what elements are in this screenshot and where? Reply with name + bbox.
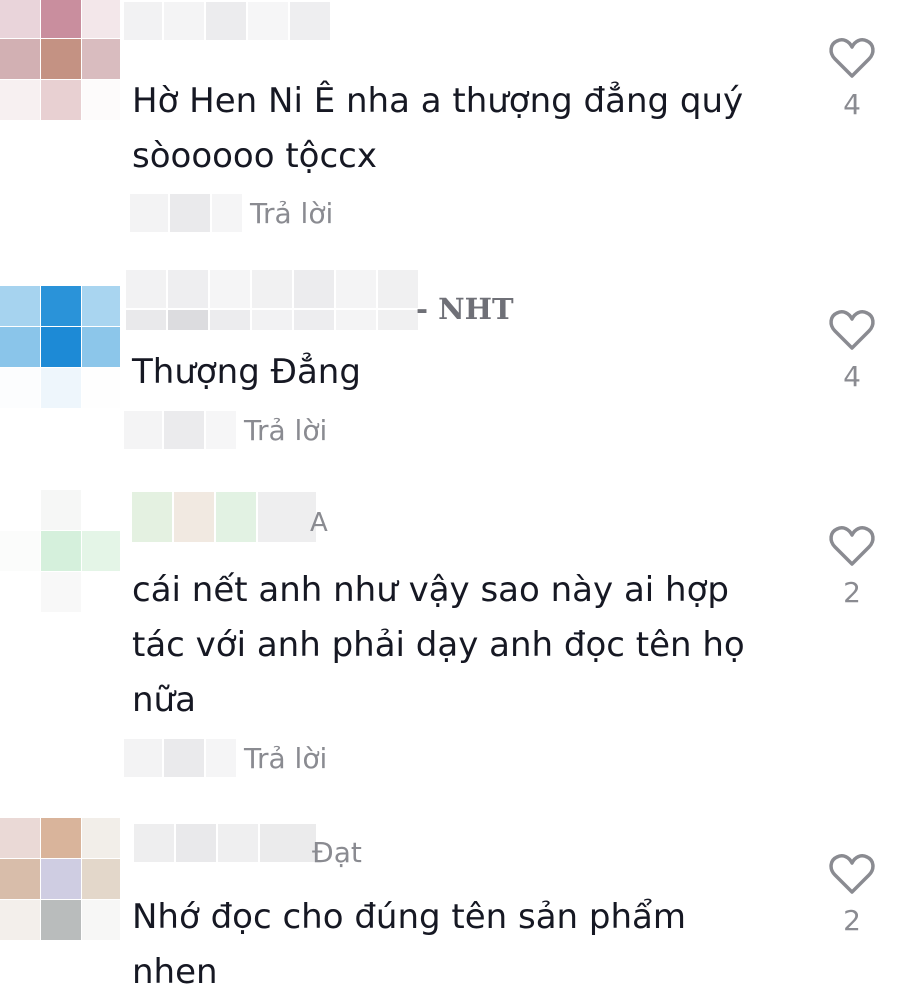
author-name[interactable] xyxy=(124,2,330,40)
reply-button[interactable]: Trả lời xyxy=(244,414,327,447)
reply-row: Trả lời xyxy=(130,193,333,233)
reply-row: Trả lời xyxy=(124,410,327,450)
avatar[interactable] xyxy=(0,818,120,940)
comment-text: cái nết anh như vậy sao này ai hợp tác v… xyxy=(132,570,745,720)
comment-text: Hờ Hen Ni Ê nha a thượng đẳng quý sòoooo… xyxy=(132,81,744,176)
like-button[interactable]: 2 xyxy=(826,524,878,609)
author-name-suffix: Đạt xyxy=(312,836,362,869)
author-name[interactable] xyxy=(132,492,316,542)
author-name-suffix: - NHT xyxy=(416,292,514,326)
reply-row: Trả lời xyxy=(124,738,327,778)
avatar[interactable] xyxy=(0,490,120,612)
blurred-timestamp xyxy=(124,739,236,777)
heart-outline-icon xyxy=(829,526,875,566)
heart-outline-icon xyxy=(829,310,875,350)
heart-outline-icon xyxy=(829,38,875,78)
author-name[interactable] xyxy=(126,270,418,308)
comment-text: Nhớ đọc cho đúng tên sản phẩm nhen xyxy=(132,897,686,992)
like-count: 2 xyxy=(843,904,861,937)
blurred-timestamp xyxy=(124,411,236,449)
author-name-suffix: A xyxy=(310,508,328,538)
comment-text: Thượng Đẳng xyxy=(132,352,361,392)
reply-button[interactable]: Trả lời xyxy=(250,197,333,230)
avatar[interactable] xyxy=(0,0,120,120)
like-button[interactable]: 4 xyxy=(826,36,878,121)
like-count: 4 xyxy=(843,360,861,393)
heart-outline-icon xyxy=(829,854,875,894)
author-name[interactable] xyxy=(134,824,316,862)
like-count: 2 xyxy=(843,576,861,609)
avatar[interactable] xyxy=(0,286,120,408)
reply-button[interactable]: Trả lời xyxy=(244,742,327,775)
like-button[interactable]: 4 xyxy=(826,308,878,393)
like-count: 4 xyxy=(843,88,861,121)
like-button[interactable]: 2 xyxy=(826,852,878,937)
blurred-timestamp xyxy=(130,194,242,232)
